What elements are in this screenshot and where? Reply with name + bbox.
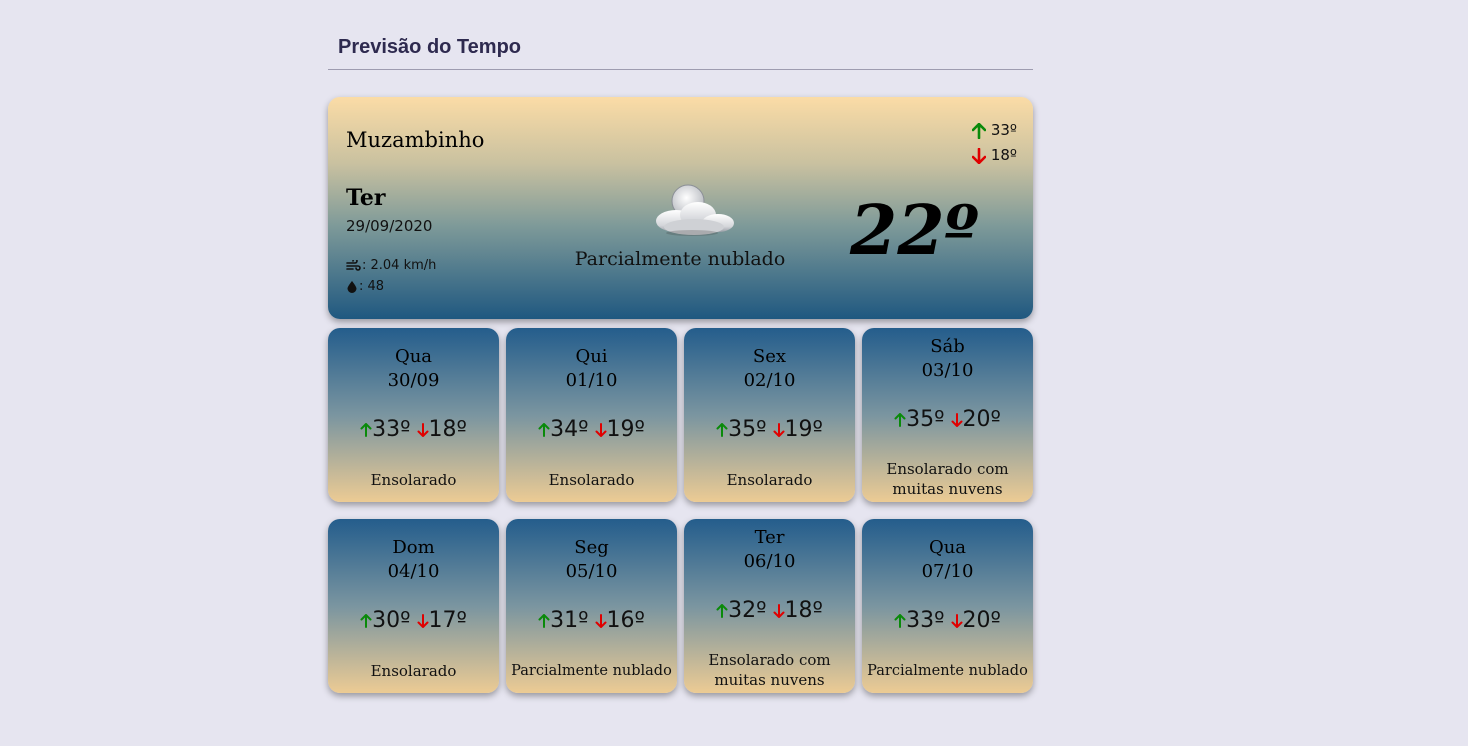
arrow-down-icon	[595, 613, 606, 628]
forecast-condition: Ensolarado	[548, 471, 635, 489]
forecast-min: 19º	[784, 417, 823, 442]
forecast-date: 03/10	[921, 360, 974, 381]
forecast-date: 06/10	[743, 551, 796, 572]
arrow-down-icon	[971, 147, 986, 164]
forecast-min: 18º	[428, 417, 467, 442]
forecast-condition: Ensolarado com muitas nuvens	[708, 651, 831, 689]
arrow-down-icon	[773, 603, 784, 618]
arrow-up-icon	[538, 422, 550, 437]
forecast-temps: 35º 20º	[862, 407, 1033, 432]
forecast-min: 18º	[784, 598, 823, 623]
wind-icon	[346, 259, 361, 271]
forecast-temps: 30º 17º	[328, 608, 499, 633]
forecast-day: Seg	[574, 537, 609, 558]
forecast-min: 20º	[962, 407, 1001, 432]
forecast-temps: 33º 20º	[862, 608, 1033, 633]
forecast-condition: Ensolarado	[726, 471, 813, 489]
forecast-day: Sex	[752, 346, 787, 367]
arrow-up-icon	[894, 412, 906, 427]
forecast-max: 35º	[906, 407, 945, 432]
forecast-card: Sáb 03/10 35º 20º Ensolarado com muitas …	[862, 328, 1033, 502]
current-hilo: 33º 18º	[971, 118, 1017, 168]
forecast-card: Ter 06/10 32º 18º Ensolarado com muitas …	[684, 519, 855, 693]
humidity-value: : 48	[359, 279, 385, 294]
arrow-down-icon	[595, 422, 606, 437]
forecast-condition: Ensolarado	[370, 471, 457, 489]
wind-speed: : 2.04 km/h	[346, 258, 436, 273]
forecast-temps: 31º 16º	[506, 608, 677, 633]
forecast-condition: Ensolarado com muitas nuvens	[886, 460, 1009, 498]
arrow-up-icon	[538, 613, 550, 628]
arrow-up-icon	[894, 613, 906, 628]
current-temperature: 22º	[850, 191, 979, 271]
arrow-up-icon	[360, 613, 372, 628]
forecast-date: 02/10	[743, 370, 796, 391]
forecast-grid: Qua 30/09 33º 18º Ensolarado Qui 01/10 3…	[328, 328, 1033, 693]
arrow-up-icon	[971, 122, 986, 139]
forecast-day: Sáb	[930, 336, 965, 357]
forecast-day: Ter	[754, 527, 785, 548]
forecast-max: 34º	[550, 417, 589, 442]
arrow-up-icon	[716, 422, 728, 437]
forecast-date: 30/09	[387, 370, 440, 391]
forecast-day: Dom	[392, 537, 435, 558]
forecast-day: Qua	[394, 346, 433, 367]
current-condition: Parcialmente nublado	[574, 248, 786, 270]
forecast-temps: 34º 19º	[506, 417, 677, 442]
forecast-temps: 32º 18º	[684, 598, 855, 623]
forecast-condition: Ensolarado	[370, 662, 457, 680]
forecast-max: 35º	[728, 417, 767, 442]
forecast-max: 33º	[906, 608, 945, 633]
forecast-date: 01/10	[565, 370, 618, 391]
forecast-temps: 33º 18º	[328, 417, 499, 442]
arrow-down-icon	[951, 613, 962, 628]
forecast-max: 30º	[372, 608, 411, 633]
forecast-condition: Parcialmente nublado	[511, 663, 672, 679]
forecast-condition: Parcialmente nublado	[867, 663, 1028, 679]
arrow-up-icon	[360, 422, 372, 437]
forecast-min: 17º	[428, 608, 467, 633]
forecast-date: 04/10	[387, 561, 440, 582]
forecast-day: Qua	[928, 537, 967, 558]
humidity: : 48	[346, 279, 384, 294]
forecast-max: 31º	[550, 608, 589, 633]
current-min: 18º	[971, 143, 1017, 168]
forecast-min: 20º	[962, 608, 1001, 633]
forecast-date: 07/10	[921, 561, 974, 582]
forecast-max: 33º	[372, 417, 411, 442]
forecast-day: Qui	[575, 346, 608, 367]
forecast-card: Qui 01/10 34º 19º Ensolarado	[506, 328, 677, 502]
current-weather-card: Muzambinho 33º 18º Ter 29/09/2020 : 2.04…	[328, 97, 1033, 319]
forecast-card: Qua 07/10 33º 20º Parcialmente nublado	[862, 519, 1033, 693]
forecast-max: 32º	[728, 598, 767, 623]
page-header: Previsão do Tempo	[328, 0, 1033, 70]
current-max: 33º	[971, 118, 1017, 143]
forecast-card: Qua 30/09 33º 18º Ensolarado	[328, 328, 499, 502]
arrow-down-icon	[773, 422, 784, 437]
current-min-value: 18º	[990, 146, 1017, 164]
forecast-card: Sex 02/10 35º 19º Ensolarado	[684, 328, 855, 502]
wind-value: : 2.04 km/h	[362, 258, 437, 273]
current-day: Ter	[346, 185, 386, 211]
current-max-value: 33º	[990, 121, 1017, 139]
city-name: Muzambinho	[346, 128, 485, 152]
forecast-card: Dom 04/10 30º 17º Ensolarado	[328, 519, 499, 693]
forecast-date: 05/10	[565, 561, 618, 582]
arrow-down-icon	[417, 422, 428, 437]
droplet-icon	[347, 281, 357, 293]
forecast-min: 16º	[606, 608, 645, 633]
arrow-down-icon	[951, 412, 962, 427]
forecast-min: 19º	[606, 417, 645, 442]
forecast-card: Seg 05/10 31º 16º Parcialmente nublado	[506, 519, 677, 693]
arrow-down-icon	[417, 613, 428, 628]
forecast-temps: 35º 19º	[684, 417, 855, 442]
current-date: 29/09/2020	[346, 217, 433, 235]
partly-cloudy-icon	[656, 184, 734, 236]
arrow-up-icon	[716, 603, 728, 618]
weather-app: Previsão do Tempo Muzambinho 33º 18º Ter…	[328, 0, 1033, 693]
page-title: Previsão do Tempo	[338, 36, 522, 58]
